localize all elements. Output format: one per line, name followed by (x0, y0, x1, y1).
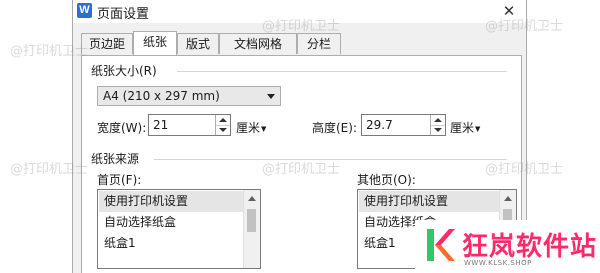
list-item[interactable]: 使用打印机设置 (99, 191, 244, 212)
site-logo: 狂岚软件站 WWW.KLSK.SHOP (415, 220, 600, 273)
spin-down-icon (434, 128, 442, 132)
width-unit-label: 厘米 (236, 121, 261, 135)
height-value: 29.7 (366, 118, 393, 132)
paper-size-dropdown[interactable]: A4 (210 x 297 mm) (97, 86, 281, 106)
close-icon[interactable]: ✕ (498, 0, 520, 22)
wps-writer-icon: W (77, 3, 92, 18)
scroll-up-icon[interactable] (504, 196, 512, 201)
logo-url: WWW.KLSK.SHOP (464, 259, 532, 267)
list-item[interactable]: 纸盒1 (99, 233, 244, 254)
first-page-scrollbar[interactable] (243, 190, 260, 268)
paper-size-selected: A4 (210 x 297 mm) (103, 89, 220, 103)
title-bar: W 页面设置 ✕ (73, 0, 526, 23)
width-value: 21 (153, 118, 169, 132)
caret-down-icon: ▼ (261, 124, 267, 133)
tab-layout[interactable]: 版式 (177, 33, 219, 54)
spin-up-icon (219, 118, 227, 122)
height-unit-label: 厘米 (450, 121, 475, 135)
first-page-listbox[interactable]: 使用打印机设置 自动选择纸盒 纸盒1 (97, 189, 261, 269)
list-item[interactable]: 自动选择纸盒 (99, 212, 244, 233)
list-item[interactable]: 使用打印机设置 (359, 191, 500, 212)
paper-source-section-title: 纸张来源 (91, 152, 140, 166)
width-spin-buttons (215, 115, 230, 135)
caret-down-icon: ▼ (475, 124, 481, 133)
spin-down-icon (219, 128, 227, 132)
logo-name: 狂岚软件站 (462, 232, 598, 262)
first-page-label: 首页(F): (97, 173, 142, 187)
dropdown-arrow-icon (267, 94, 275, 99)
width-unit-dropdown[interactable]: 厘米▼ (236, 119, 266, 136)
width-spinbox[interactable]: 21 (148, 114, 231, 136)
scroll-thumb[interactable] (247, 209, 256, 232)
dialog-title: 页面设置 (97, 7, 150, 22)
height-decrement-button[interactable] (431, 125, 445, 135)
spin-up-icon (434, 118, 442, 122)
height-unit-dropdown[interactable]: 厘米▼ (450, 119, 480, 136)
paper-size-section-title: 纸张大小(R) (91, 64, 157, 78)
height-spinbox[interactable]: 29.7 (361, 114, 446, 136)
other-pages-label: 其他页(O): (357, 173, 416, 187)
tab-document-grid[interactable]: 文档网格 (219, 33, 297, 54)
width-decrement-button[interactable] (216, 125, 230, 135)
scroll-up-icon[interactable] (248, 196, 256, 201)
separator (154, 159, 507, 160)
tab-margins[interactable]: 页边距 (81, 33, 133, 54)
width-label: 宽度(W): (97, 121, 147, 135)
height-spin-buttons (430, 115, 445, 135)
separator (177, 71, 507, 72)
tab-paper[interactable]: 纸张 (133, 31, 177, 55)
height-label: 高度(E): (312, 121, 357, 135)
tab-columns[interactable]: 分栏 (297, 33, 341, 54)
logo-k-mark-icon (427, 229, 455, 261)
